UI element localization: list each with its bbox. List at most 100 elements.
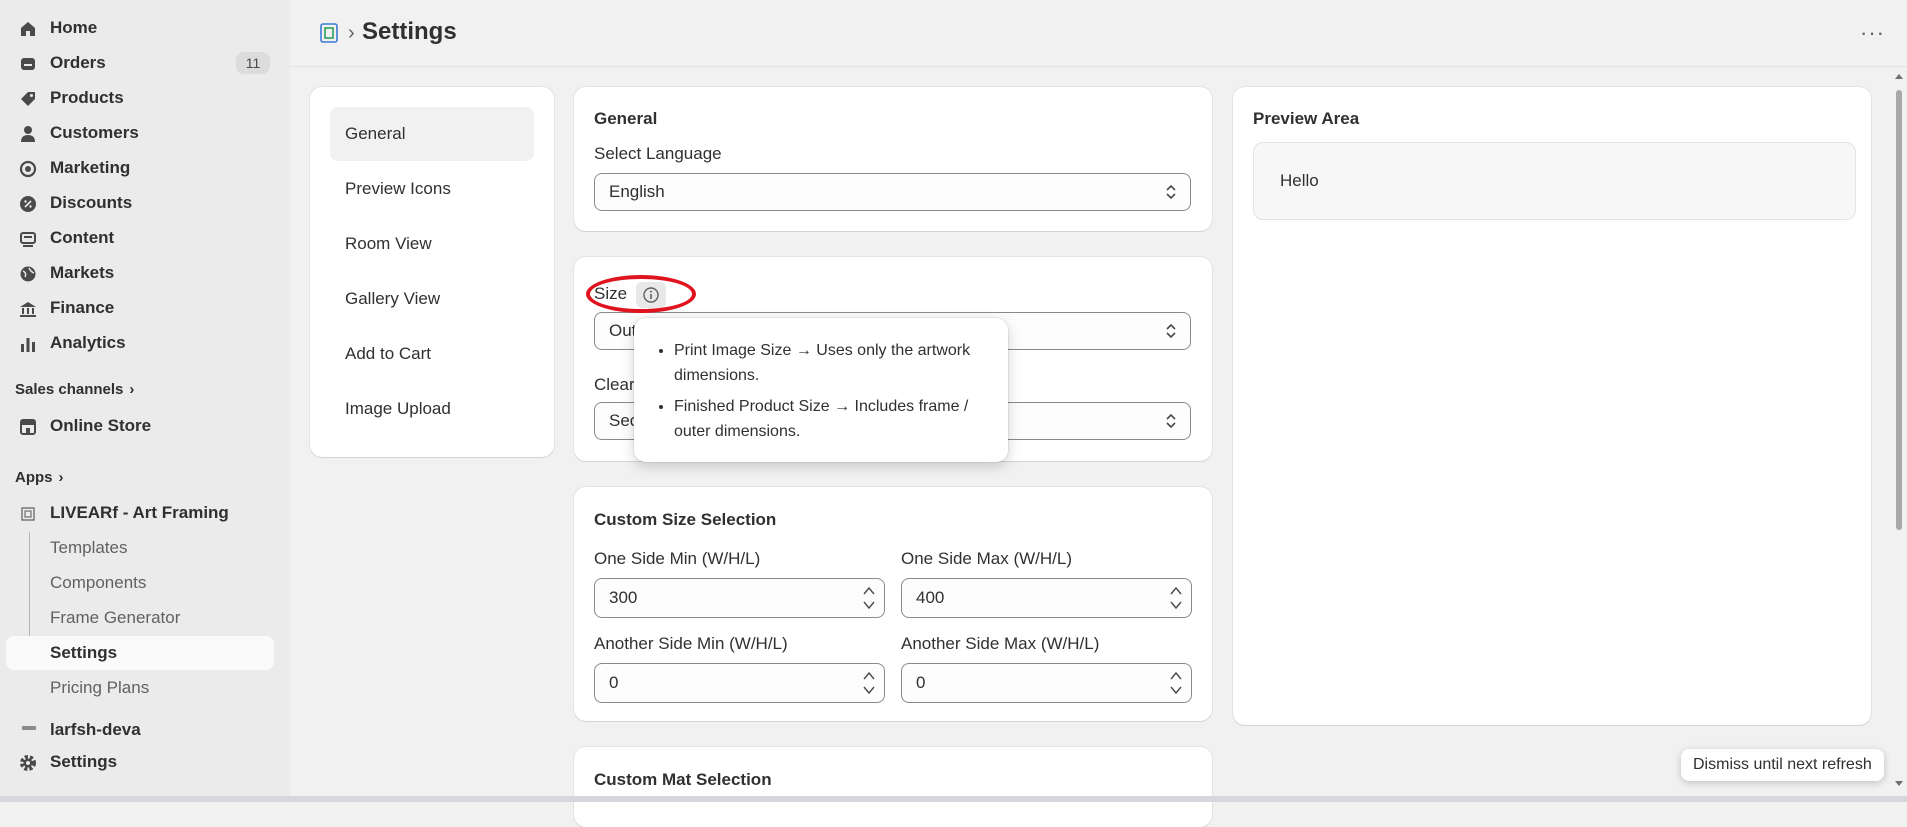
menu-gallery-view[interactable]: Gallery View — [330, 272, 534, 326]
bottom-strip — [0, 796, 1907, 802]
another-side-min-label: Another Side Min (W/H/L) — [594, 634, 788, 653]
another-side-max-value: 0 — [916, 673, 926, 692]
menu-add-to-cart[interactable]: Add to Cart — [330, 327, 534, 381]
orders-count-badge: 11 — [236, 52, 270, 74]
scroll-down-icon[interactable] — [1893, 778, 1905, 790]
nav-label: Analytics — [50, 333, 126, 352]
nav-products[interactable]: Products — [6, 81, 276, 115]
chevron-right-icon: › — [129, 381, 135, 398]
custom-mat-card: Custom Mat Selection — [574, 747, 1212, 827]
sub-item-label: Frame Generator — [50, 608, 181, 627]
select-chevron-icon — [1166, 323, 1176, 339]
general-card: General Select Language English — [574, 87, 1212, 231]
nav-truncated-item[interactable]: larfsh-deva — [6, 718, 276, 736]
another-side-min-input[interactable]: 0 — [594, 663, 885, 703]
nav-label: Settings — [50, 752, 118, 771]
sub-item-components[interactable]: Components — [6, 566, 274, 600]
nav-discounts[interactable]: Discounts — [6, 186, 276, 220]
nav-online-store[interactable]: Online Store — [6, 409, 276, 443]
settings-menu-card: General Preview Icons Room View Gallery … — [310, 87, 554, 457]
app-logo-icon[interactable] — [318, 22, 340, 44]
tag-icon — [21, 92, 35, 106]
language-label: Select Language — [594, 144, 722, 163]
one-side-min-input[interactable]: 300 — [594, 578, 885, 618]
one-side-max-label: One Side Max (W/H/L) — [901, 549, 1072, 568]
nav-label: Orders — [50, 53, 106, 72]
another-side-max-label: Another Side Max (W/H/L) — [901, 634, 1100, 653]
scroll-thumb[interactable] — [1896, 90, 1902, 530]
sub-item-pricing-plans[interactable]: Pricing Plans — [6, 671, 274, 705]
more-actions-button[interactable]: ··· — [1860, 20, 1885, 46]
app-frame-icon — [21, 507, 35, 521]
bank-icon — [20, 302, 36, 317]
nav-label: Discounts — [50, 193, 133, 212]
menu-room-view[interactable]: Room View — [330, 217, 534, 271]
store-icon — [20, 419, 36, 435]
sub-item-label: Components — [50, 573, 147, 592]
clearance-label: Clear — [594, 375, 635, 394]
apps-label: Apps — [15, 469, 53, 486]
sub-item-settings[interactable]: Settings — [6, 636, 274, 670]
app-name: LIVEARf - Art Framing — [50, 503, 229, 522]
nav-orders[interactable]: Orders 11 — [6, 46, 276, 80]
preview-text: Hello — [1280, 171, 1319, 190]
custom-size-title: Custom Size Selection — [594, 510, 777, 529]
sub-item-label: Templates — [50, 538, 128, 557]
sub-item-frame-generator[interactable]: Frame Generator — [6, 601, 274, 635]
tooltip-item: Finished Product Size → Includes frame /… — [674, 394, 988, 444]
menu-preview-icons[interactable]: Preview Icons — [330, 162, 534, 216]
menu-general[interactable]: General — [330, 107, 534, 161]
language-value: English — [609, 182, 665, 201]
another-side-max-input[interactable]: 0 — [901, 663, 1192, 703]
sales-channels-heading[interactable]: Sales channels › — [15, 381, 134, 398]
spinner-icon[interactable] — [1169, 582, 1183, 614]
scroll-up-icon[interactable] — [1893, 70, 1905, 82]
nav-customers[interactable]: Customers — [6, 116, 276, 150]
preview-box: Hello — [1253, 142, 1856, 220]
nav-analytics[interactable]: Analytics — [6, 326, 276, 360]
one-side-min-value: 300 — [609, 588, 638, 607]
nav-finance[interactable]: Finance — [6, 291, 276, 325]
sub-item-templates[interactable]: Templates — [6, 531, 274, 565]
apps-heading[interactable]: Apps › — [15, 469, 64, 486]
home-icon — [21, 22, 35, 36]
chevron-right-icon: › — [58, 469, 64, 486]
dismiss-button[interactable]: Dismiss until next refresh — [1681, 749, 1884, 781]
sidebar: Home Orders 11 Products Customers Market… — [0, 0, 290, 802]
nav-settings[interactable]: Settings — [6, 745, 276, 779]
nav-label: Customers — [50, 123, 139, 142]
one-side-min-label: One Side Min (W/H/L) — [594, 549, 761, 568]
sub-item-label: Pricing Plans — [50, 678, 150, 697]
tooltip-item: Print Image Size → Uses only the artwork… — [674, 338, 988, 388]
page-scrollbar[interactable] — [1893, 70, 1905, 790]
spinner-icon[interactable] — [862, 582, 876, 614]
discount-icon — [20, 196, 36, 212]
size-info-tooltip: Print Image Size → Uses only the artwork… — [634, 318, 1008, 462]
annotation-highlight-ellipse — [586, 275, 696, 313]
language-select[interactable]: English — [594, 173, 1191, 211]
select-chevron-icon — [1166, 413, 1176, 429]
nav-marketing[interactable]: Marketing — [6, 151, 276, 185]
page-title: Settings — [362, 18, 457, 45]
sales-channels-label: Sales channels — [15, 381, 124, 398]
spinner-icon[interactable] — [1169, 667, 1183, 699]
nav-label: larfsh-deva — [50, 720, 141, 736]
another-side-min-value: 0 — [609, 673, 619, 692]
nav-label: Finance — [50, 298, 115, 317]
bar-chart-icon — [21, 338, 35, 352]
spinner-icon[interactable] — [862, 667, 876, 699]
sub-item-label: Settings — [50, 643, 118, 662]
custom-mat-title: Custom Mat Selection — [594, 770, 772, 789]
nav-label: Content — [50, 228, 115, 247]
menu-image-upload[interactable]: Image Upload — [330, 382, 534, 436]
nav-content[interactable]: Content — [6, 221, 276, 255]
tooltip-list: Print Image Size → Uses only the artwork… — [634, 318, 1008, 444]
nav-label: Markets — [50, 263, 115, 282]
nav-app-livearf[interactable]: LIVEARf - Art Framing — [6, 496, 276, 530]
nav-markets[interactable]: Markets — [6, 256, 276, 290]
nav-label: Products — [50, 88, 124, 107]
one-side-max-input[interactable]: 400 — [901, 578, 1192, 618]
nav-home[interactable]: Home — [6, 11, 276, 45]
general-card-title: General — [594, 109, 658, 128]
nav-label: Marketing — [50, 158, 131, 177]
